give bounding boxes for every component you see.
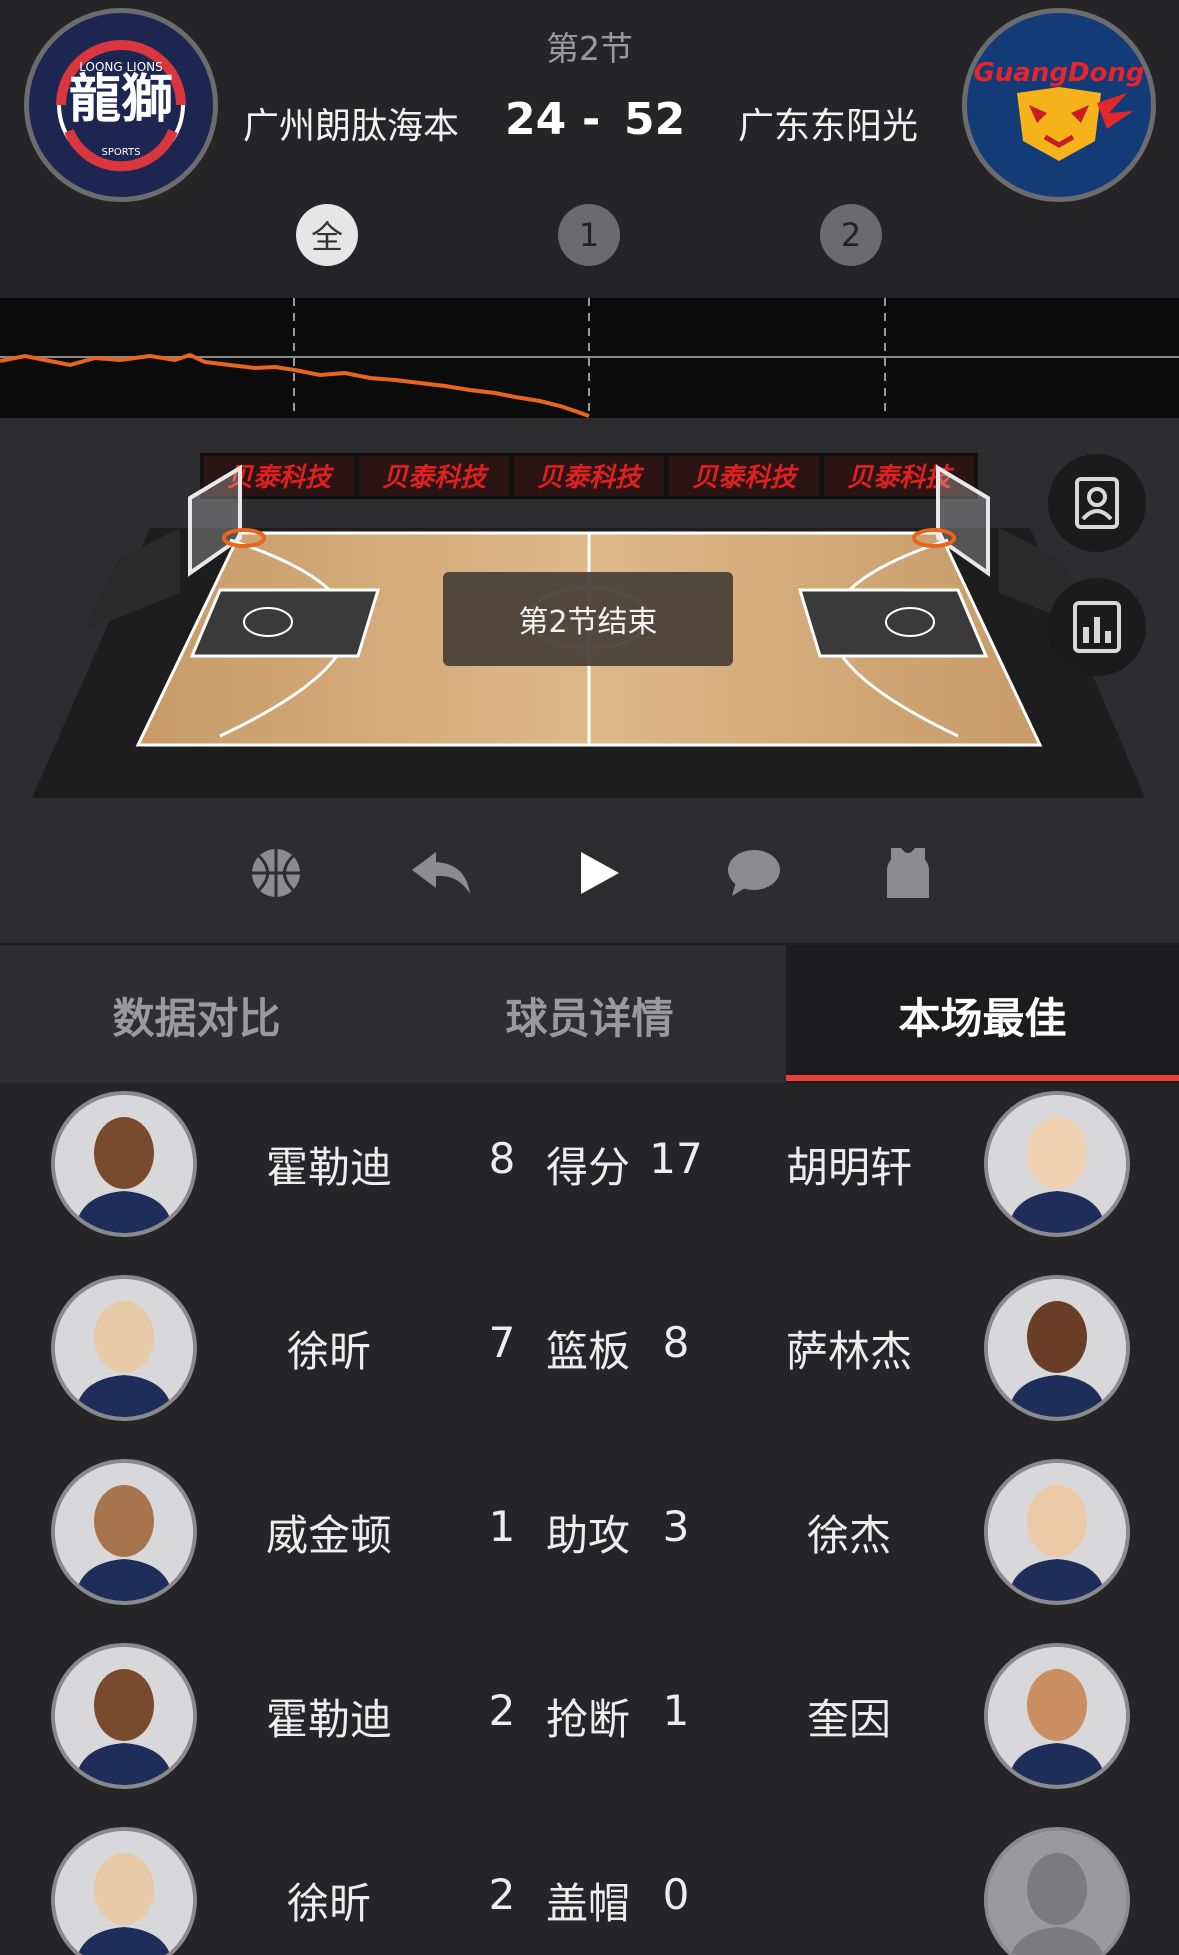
- undo-arrow-icon: [412, 852, 470, 894]
- player-avatar-icon: [55, 1463, 193, 1601]
- svg-text:贝泰科技: 贝泰科技: [692, 463, 800, 493]
- home-stat-value: 2: [488, 1686, 516, 1735]
- home-stat-value: 2: [488, 1870, 516, 1919]
- period-tab-1[interactable]: 1: [558, 204, 620, 266]
- away-player-name: 奎因: [806, 1695, 891, 1744]
- tab-data-comparison[interactable]: 数据对比: [0, 945, 393, 1085]
- stat-category-label: 得分: [545, 1143, 630, 1192]
- home-stat-value: 1: [488, 1502, 516, 1551]
- svg-text:GuangDong: GuangDong: [973, 58, 1144, 88]
- play-icon: [581, 852, 619, 894]
- home-player-avatar[interactable]: [51, 1827, 197, 1955]
- best-stat-row: 威金顿 1 助攻 3 徐杰: [0, 1436, 1179, 1620]
- active-tab-indicator: [786, 1075, 1179, 1081]
- player-avatar-icon: [988, 1095, 1126, 1233]
- stat-category-label: 篮板: [545, 1327, 630, 1376]
- home-player-name: 徐昕: [286, 1879, 371, 1928]
- stat-category-label: 助攻: [545, 1511, 630, 1560]
- period-tab-all[interactable]: 全: [296, 204, 358, 266]
- basketball-icon: [252, 849, 300, 897]
- period-tab-label: 1: [578, 216, 600, 254]
- best-stat-row: 徐昕 7 篮板 8 萨林杰: [0, 1252, 1179, 1436]
- player-avatar-icon: [988, 1647, 1126, 1785]
- away-team-logo[interactable]: GuangDong: [962, 8, 1156, 202]
- away-stat-value: 0: [662, 1870, 690, 1919]
- home-team-name: 广州朗肽海本: [243, 106, 460, 147]
- best-stat-row: 徐昕 2 盖帽 0: [0, 1804, 1179, 1955]
- score-trend-svg: [0, 298, 1179, 418]
- player-avatar-icon: [55, 1095, 193, 1233]
- home-player-avatar[interactable]: [51, 1459, 197, 1605]
- player-avatar-icon: [55, 1647, 193, 1785]
- away-player-avatar[interactable]: [984, 1275, 1130, 1421]
- period-tab-2[interactable]: 2: [820, 204, 882, 266]
- period-tab-label: 全: [310, 218, 343, 256]
- player-avatar-icon: [988, 1831, 1126, 1955]
- best-stat-row: 霍勒迪 8 得分 17 胡明轩: [0, 1083, 1179, 1252]
- player-avatar-icon: [988, 1279, 1126, 1417]
- player-avatar-icon: [988, 1463, 1126, 1601]
- rewind-button[interactable]: [406, 838, 476, 908]
- away-stat-value: 1: [662, 1686, 690, 1735]
- guangdong-tiger-logo-icon: GuangDong: [973, 19, 1145, 191]
- home-stat-value: 8: [488, 1134, 516, 1183]
- quarter-status-overlay: 第2节结束: [443, 572, 733, 666]
- score-separator: -: [582, 94, 601, 145]
- stats-chart-icon: [1073, 601, 1121, 653]
- home-player-name: 徐昕: [286, 1327, 371, 1376]
- away-player-avatar[interactable]: [984, 1643, 1130, 1789]
- away-score: 52: [624, 94, 686, 145]
- stat-category-label: 抢断: [545, 1695, 630, 1744]
- svg-text:龍獅: 龍獅: [69, 70, 173, 130]
- svg-text:贝泰科技: 贝泰科技: [382, 463, 490, 493]
- home-player-name: 霍勒迪: [265, 1143, 392, 1192]
- home-player-avatar[interactable]: [51, 1643, 197, 1789]
- comment-icon: [728, 850, 780, 896]
- tab-player-details[interactable]: 球员详情: [393, 945, 786, 1085]
- away-player-avatar[interactable]: [984, 1091, 1130, 1237]
- home-stat-value: 7: [488, 1318, 516, 1367]
- away-player-avatar[interactable]: [984, 1459, 1130, 1605]
- home-player-avatar[interactable]: [51, 1091, 197, 1237]
- player-avatar-icon: [55, 1831, 193, 1955]
- svg-text:贝泰科技: 贝泰科技: [537, 463, 645, 493]
- best-players-list: 霍勒迪 8 得分 17 胡明轩 徐昕 7 篮板 8 萨林杰 威金顿 1 助攻 3 徐杰 霍勒迪 2 抢断 1 奎因 徐昕…: [0, 1083, 1179, 1955]
- svg-text:SPORTS: SPORTS: [102, 147, 141, 158]
- svg-text:贝泰科技: 贝泰科技: [227, 463, 335, 493]
- away-player-name: 萨林杰: [785, 1327, 912, 1376]
- lineup-button[interactable]: [1048, 454, 1146, 552]
- away-team-name: 广东东阳光: [738, 106, 919, 147]
- comment-button[interactable]: [719, 838, 789, 908]
- tab-bar: 数据对比 球员详情 本场最佳: [0, 943, 1179, 1085]
- stats-button[interactable]: [1048, 578, 1146, 676]
- home-player-name: 威金顿: [265, 1511, 392, 1560]
- best-stat-row: 霍勒迪 2 抢断 1 奎因: [0, 1620, 1179, 1804]
- score-trend-chart: [0, 298, 1179, 418]
- away-stat-value: 3: [662, 1502, 690, 1551]
- away-player-name: 徐杰: [806, 1511, 891, 1560]
- away-player-name: 胡明轩: [785, 1143, 912, 1192]
- jersey-button[interactable]: [873, 838, 943, 908]
- home-score: 24: [505, 94, 567, 145]
- player-avatar-icon: [55, 1279, 193, 1417]
- shot-filter-button[interactable]: [241, 838, 311, 908]
- home-player-name: 霍勒迪: [265, 1695, 392, 1744]
- jersey-icon: [887, 848, 929, 898]
- stat-category-label: 盖帽: [545, 1879, 630, 1928]
- lineup-icon: [1075, 477, 1119, 529]
- home-player-avatar[interactable]: [51, 1275, 197, 1421]
- away-stat-value: 17: [649, 1134, 703, 1183]
- away-player-avatar[interactable]: [984, 1827, 1130, 1955]
- tab-best-of-game[interactable]: 本场最佳: [786, 945, 1179, 1085]
- away-stat-value: 8: [662, 1318, 690, 1367]
- game-header: 龍獅 LOONG LIONS SPORTS 第2节 广州朗肽海本 24 - 52…: [0, 0, 1179, 298]
- play-button[interactable]: [563, 838, 633, 908]
- playback-controls: [0, 808, 1179, 943]
- period-tab-label: 2: [840, 216, 862, 254]
